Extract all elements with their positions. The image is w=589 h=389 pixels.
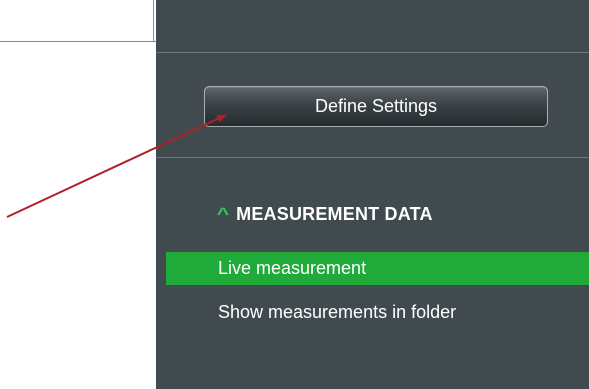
panel-divider-top — [156, 52, 589, 53]
settings-panel: Define Settings ^ MEASUREMENT DATA Live … — [156, 0, 589, 389]
define-settings-button[interactable]: Define Settings — [204, 86, 548, 127]
measurement-data-section-header[interactable]: ^ MEASUREMENT DATA — [216, 203, 433, 225]
document-border-horizontal — [0, 41, 156, 42]
panel-divider-middle — [156, 157, 589, 158]
menu-item-show-measurements-in-folder[interactable]: Show measurements in folder — [166, 296, 589, 329]
menu-item-live-measurement[interactable]: Live measurement — [166, 252, 589, 285]
document-border-vertical — [153, 0, 154, 42]
section-title: MEASUREMENT DATA — [236, 203, 433, 224]
chevron-up-icon: ^ — [216, 204, 230, 223]
document-area — [0, 0, 156, 389]
